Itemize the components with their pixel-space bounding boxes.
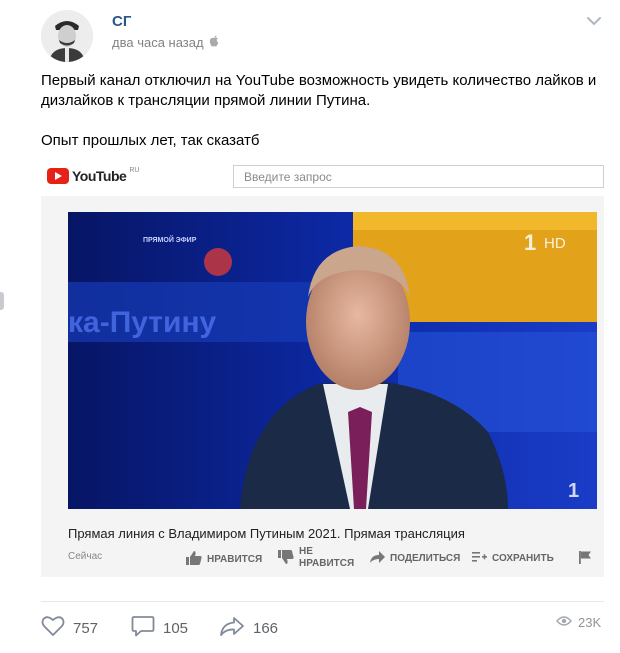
post: СГ два часа назад Первый канал отключил … — [0, 0, 620, 653]
video-title[interactable]: Прямая линия с Владимиром Путиным 2021. … — [68, 526, 465, 541]
likes-count: 757 — [73, 619, 99, 637]
youtube-embed: ПРЯМОЙ ЭФИР ка-Путину 1 HD 1 Прямая лини… — [41, 196, 604, 577]
youtube-logo[interactable]: YouTube RU — [47, 166, 140, 184]
like-label: НРАВИТСЯ — [207, 553, 263, 565]
views-counter: 23K — [556, 615, 601, 630]
youtube-header: YouTube RU Введите запрос — [41, 160, 604, 196]
like-counter-button[interactable]: 757 — [41, 615, 98, 641]
dislike-label-line: НРАВИТСЯ — [299, 558, 355, 569]
youtube-region: RU — [129, 166, 140, 174]
video-overlay-caption: ПРЯМОЙ ЭФИР — [143, 235, 197, 244]
playlist-add-icon — [472, 551, 487, 566]
comment-icon — [131, 615, 155, 641]
flag-icon — [579, 551, 591, 567]
eye-icon — [556, 615, 572, 630]
author-name[interactable]: СГ — [112, 13, 131, 30]
save-label: СОХРАНИТЬ — [492, 552, 554, 564]
video-thumbnail[interactable]: ПРЯМОЙ ЭФИР ка-Путину 1 HD 1 — [68, 212, 597, 509]
post-text-paragraph: Первый канал отключил на YouTube возможн… — [41, 72, 597, 109]
post-text-paragraph: Опыт прошлых лет, так сказатб — [41, 132, 260, 149]
dislike-label-line: НЕ — [299, 546, 313, 557]
comment-counter-button[interactable]: 105 — [131, 615, 188, 641]
youtube-logo-text: YouTube — [72, 168, 127, 184]
channel-watermark: 1 — [568, 480, 579, 502]
youtube-play-icon — [47, 168, 69, 184]
dislike-label: НЕ НРАВИТСЯ — [299, 546, 354, 570]
dislike-button[interactable]: НЕ НРАВИТСЯ — [278, 546, 354, 570]
post-time-label: два часа назад — [112, 35, 204, 50]
save-button[interactable]: СОХРАНИТЬ — [472, 551, 554, 566]
comments-count: 105 — [163, 619, 189, 637]
avatar[interactable] — [41, 10, 93, 62]
share-label: ПОДЕЛИТЬСЯ — [390, 552, 461, 564]
views-count: 23K — [578, 615, 602, 630]
video-actions: Сейчас НРАВИТСЯ НЕ НРАВИТСЯ ПОДЕЛИТЬСЯ С… — [68, 546, 597, 577]
like-button[interactable]: НРАВИТСЯ — [186, 551, 262, 568]
share-icon — [370, 551, 385, 566]
report-button[interactable] — [579, 551, 591, 567]
thumbs-up-icon — [186, 551, 202, 568]
share-button[interactable]: ПОДЕЛИТЬСЯ — [370, 551, 460, 566]
scroll-edge-handle[interactable] — [0, 292, 4, 310]
apple-icon — [209, 35, 219, 50]
repost-counter-button[interactable]: 166 — [219, 615, 278, 641]
youtube-search-input[interactable]: Введите запрос — [233, 165, 604, 188]
video-time: Сейчас — [68, 551, 103, 562]
share-arrow-icon — [219, 615, 245, 641]
divider — [41, 601, 604, 602]
channel-badge-hd: HD — [544, 235, 566, 252]
video-overlay-text: ка-Путину — [68, 306, 217, 339]
chevron-down-icon[interactable] — [585, 14, 603, 28]
thumbs-down-icon — [278, 549, 294, 567]
reposts-count: 166 — [253, 619, 279, 637]
post-text: Первый канал отключил на YouTube возможн… — [41, 71, 601, 151]
heart-icon — [41, 615, 65, 641]
channel-badge-number: 1 — [524, 230, 536, 255]
post-time[interactable]: два часа назад — [112, 35, 219, 50]
